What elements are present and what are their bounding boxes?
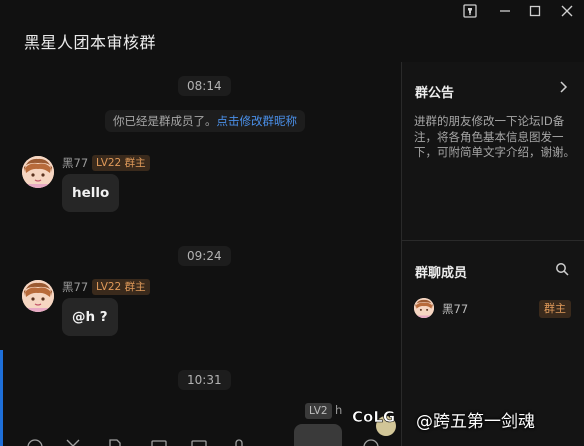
- file-icon[interactable]: [106, 438, 124, 446]
- edit-nickname-link[interactable]: 点击修改群昵称: [217, 114, 298, 128]
- system-message: 你已经是群成员了。点击修改群昵称: [105, 110, 305, 132]
- chevron-right-icon[interactable]: [556, 80, 570, 94]
- member-avatar[interactable]: [414, 298, 434, 318]
- member-name[interactable]: 黑77: [442, 301, 468, 317]
- sender-name: h: [335, 403, 343, 417]
- group-info-panel: 群公告 进群的朋友修改一下论坛ID备注，将各角色基本信息图发一下，可附简单文字介…: [402, 62, 584, 446]
- timestamp: 10:31: [178, 370, 231, 390]
- owner-badge: 群主: [539, 300, 571, 318]
- microphone-icon[interactable]: [230, 438, 248, 446]
- system-message-text: 你已经是群成员了。: [113, 114, 217, 128]
- level-text: LV22: [96, 281, 122, 293]
- timestamp: 08:14: [178, 76, 231, 96]
- svg-text:CoLG: CoLG: [352, 408, 395, 426]
- group-title: 黑星人团本审核群: [24, 33, 157, 52]
- level-text: LV22: [96, 157, 122, 169]
- role-text: 群主: [124, 157, 146, 169]
- role-text: 群主: [124, 281, 146, 293]
- sender-name: 黑77: [62, 156, 89, 170]
- message-bubble[interactable]: @h ?: [62, 298, 118, 336]
- watermark: CoLG @跨五第一剑魂: [348, 398, 584, 438]
- message-bubble[interactable]: [294, 424, 342, 446]
- emoji-icon[interactable]: [26, 438, 44, 446]
- minimize-icon[interactable]: [497, 3, 513, 19]
- avatar[interactable]: [22, 156, 54, 188]
- timestamp: 09:24: [178, 246, 231, 266]
- close-icon[interactable]: [559, 3, 575, 19]
- maximize-icon[interactable]: [527, 3, 543, 19]
- scroll-indicator: [0, 350, 3, 446]
- screenshot-icon[interactable]: [190, 438, 208, 446]
- colg-logo: CoLG: [348, 398, 404, 438]
- avatar[interactable]: [22, 280, 54, 312]
- notice-content: 进群的朋友修改一下论坛ID备注，将各角色基本信息图发一下，可附简单文字介绍，谢谢…: [414, 114, 575, 159]
- member-level-badge: LV2: [305, 403, 332, 419]
- members-title: 群聊成员: [415, 266, 468, 281]
- member-level-badge: LV22 群主: [92, 279, 150, 295]
- sender-name: 黑77: [62, 280, 89, 294]
- message-bubble[interactable]: hello: [62, 174, 120, 212]
- pin-window-icon[interactable]: [462, 3, 478, 19]
- search-icon[interactable]: [555, 262, 569, 276]
- watermark-text: @跨五第一剑魂: [416, 412, 535, 432]
- history-icon[interactable]: [362, 438, 380, 446]
- notice-title[interactable]: 群公告: [415, 82, 454, 101]
- panel-divider: [402, 240, 584, 241]
- image-icon[interactable]: [150, 438, 168, 446]
- title-bar: 黑星人团本审核群: [0, 0, 584, 62]
- scissors-icon[interactable]: [64, 438, 82, 446]
- member-level-badge: LV22 群主: [92, 155, 150, 171]
